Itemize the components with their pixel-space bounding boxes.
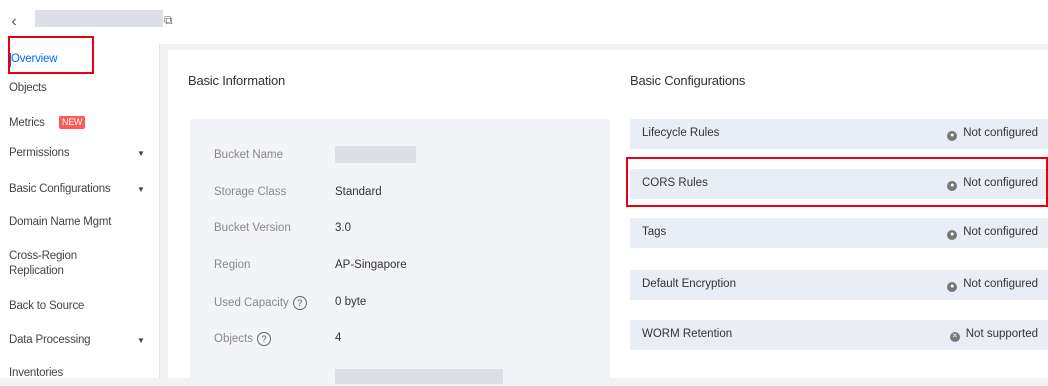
info-label: Region: [214, 259, 251, 271]
info-value: AP-Singapore: [335, 259, 407, 271]
info-value: 0 byte: [335, 296, 367, 308]
info-row-region: Region AP-Singapore: [190, 248, 610, 286]
info-value-placeholder: [335, 369, 503, 384]
chevron-down-icon: ▼: [137, 336, 145, 345]
sidebar-item-data-processing[interactable]: Data Processing ▼: [0, 329, 160, 353]
config-label: Lifecycle Rules: [642, 127, 720, 139]
info-label-text: Objects: [214, 333, 253, 346]
sidebar-item-label: Inventories: [9, 367, 64, 379]
status-dot-icon: ●: [947, 131, 958, 141]
status-x-icon: ✕: [949, 332, 960, 342]
copy-icon[interactable]: ⧉: [164, 13, 178, 27]
info-label: Objects?: [214, 332, 271, 346]
bucket-name-value: [335, 146, 416, 163]
sidebar-item-label: Metrics: [9, 117, 45, 129]
config-status: ● Not configured: [947, 226, 1038, 240]
config-row-default-encryption[interactable]: Default Encryption ● Not configured: [630, 270, 1048, 300]
info-value: 3.0: [335, 222, 351, 234]
sidebar-item-objects[interactable]: Objects: [0, 77, 160, 101]
top-bar: ‹ ⧉: [0, 0, 1048, 44]
info-label: Used Capacity?: [214, 296, 307, 310]
sidebar-item-cross-region-replication[interactable]: Cross-Region Replication: [0, 249, 160, 281]
sidebar-item-basic-configurations[interactable]: Basic Configurations ▼: [0, 178, 160, 202]
info-row-bucket-version: Bucket Version 3.0: [190, 211, 610, 249]
main-content: Basic Information Bucket Name Storage Cl…: [160, 44, 1048, 384]
status-dot-icon: ●: [947, 282, 958, 292]
sidebar-item-permissions[interactable]: Permissions ▼: [0, 142, 160, 166]
config-status-text: Not configured: [963, 278, 1038, 290]
config-label: WORM Retention: [642, 328, 733, 340]
info-value: Standard: [335, 186, 382, 198]
info-label: Storage Class: [214, 186, 287, 198]
config-status-text: Not supported: [965, 328, 1038, 340]
info-row-storage-class: Storage Class Standard: [190, 175, 610, 213]
info-value: 4: [335, 332, 342, 344]
info-row-used-capacity: Used Capacity? 0 byte: [190, 285, 610, 323]
sidebar: Overview Objects Metrics NEW Permissions…: [0, 36, 160, 379]
config-label: Tags: [642, 226, 667, 238]
sidebar-item-label: Domain Name Mgmt: [9, 216, 112, 228]
sidebar-item-label: Cross-Region Replication: [9, 250, 77, 277]
info-label-text: Used Capacity: [214, 297, 289, 310]
config-row-lifecycle-rules[interactable]: Lifecycle Rules ● Not configured: [630, 119, 1048, 149]
config-label: CORS Rules: [642, 177, 708, 189]
info-row-objects: Objects? 4: [190, 321, 610, 359]
basic-information-title: Basic Information: [188, 73, 286, 88]
sidebar-item-metrics[interactable]: Metrics NEW: [0, 112, 160, 136]
basic-configurations-title: Basic Configurations: [630, 73, 746, 88]
sidebar-item-label: Data Processing: [9, 334, 91, 346]
sidebar-item-label: Basic Configurations: [9, 183, 111, 195]
config-label: Default Encryption: [642, 278, 736, 290]
config-status: ✕ Not supported: [949, 328, 1038, 342]
help-icon[interactable]: ?: [257, 332, 271, 346]
info-label: Bucket Version: [214, 222, 291, 234]
chevron-down-icon: ▼: [137, 149, 145, 158]
sidebar-item-label: Permissions: [9, 147, 70, 159]
config-row-tags[interactable]: Tags ● Not configured: [630, 218, 1048, 248]
status-dot-icon: ●: [947, 181, 958, 191]
sidebar-item-inventories[interactable]: Inventories: [0, 362, 160, 386]
info-row-bucket-name: Bucket Name: [190, 138, 610, 176]
config-row-cors-rules[interactable]: CORS Rules ● Not configured: [630, 169, 1048, 199]
chevron-left-icon[interactable]: ‹: [6, 14, 22, 30]
config-row-worm-retention[interactable]: WORM Retention ✕ Not supported: [630, 320, 1048, 350]
status-dot-icon: ●: [947, 230, 958, 240]
bucket-name-title: [35, 10, 163, 27]
config-status-text: Not configured: [963, 177, 1038, 189]
overview-card: Basic Information Bucket Name Storage Cl…: [168, 50, 1048, 384]
config-status-text: Not configured: [963, 226, 1038, 238]
sidebar-item-overview[interactable]: Overview: [0, 48, 160, 72]
sidebar-item-label: Overview: [11, 53, 58, 65]
sidebar-item-label: Objects: [9, 82, 47, 94]
config-status: ● Not configured: [947, 177, 1038, 191]
basic-information-panel: Bucket Name Storage Class Standard Bucke…: [190, 119, 610, 384]
new-badge: NEW: [59, 116, 86, 129]
sidebar-item-label: Back to Source: [9, 300, 85, 312]
sidebar-item-domain-name-mgmt[interactable]: Domain Name Mgmt: [0, 211, 160, 235]
config-status-text: Not configured: [963, 127, 1038, 139]
sidebar-item-back-to-source[interactable]: Back to Source: [0, 295, 160, 319]
config-status: ● Not configured: [947, 278, 1038, 292]
info-label: Bucket Name: [214, 149, 284, 161]
config-status: ● Not configured: [947, 127, 1038, 141]
help-icon[interactable]: ?: [292, 296, 307, 310]
chevron-down-icon: ▼: [137, 185, 145, 194]
